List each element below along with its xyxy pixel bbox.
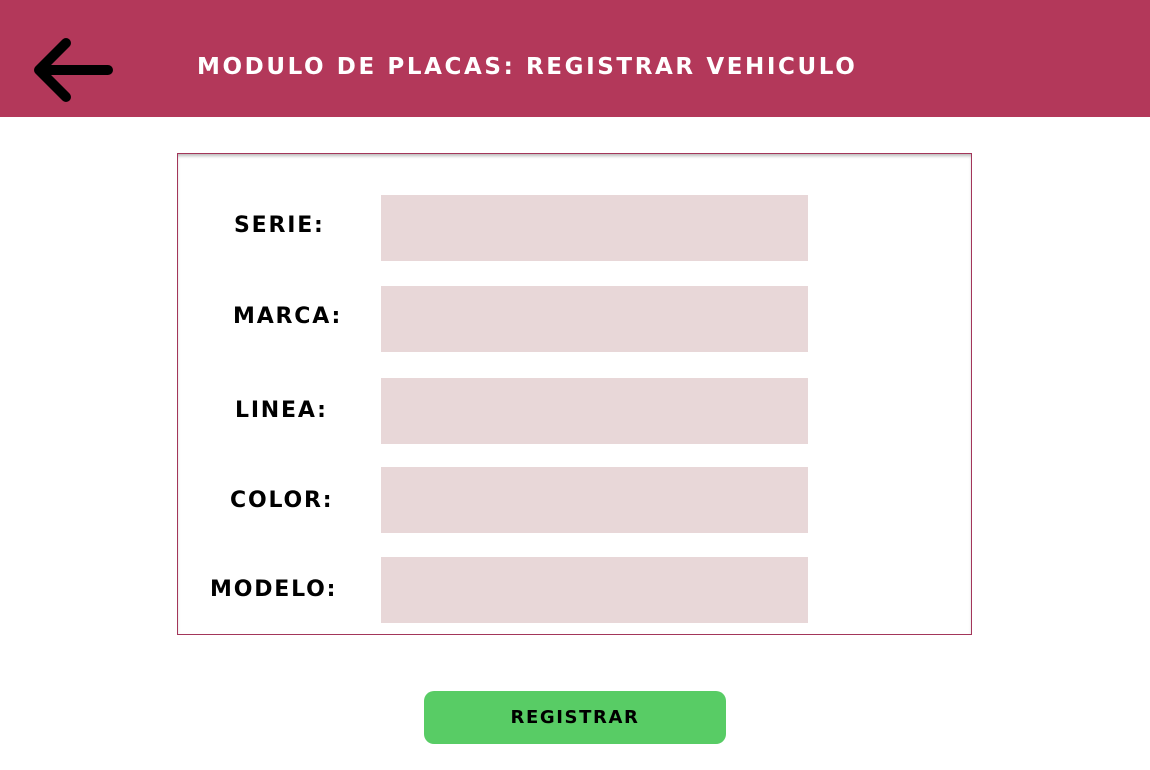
- serie-label: SERIE:: [234, 213, 325, 238]
- vehicle-form: SERIE: MARCA: LINEA: COLOR: MODELO:: [177, 153, 972, 635]
- marca-label: MARCA:: [233, 304, 343, 329]
- register-button[interactable]: REGISTRAR: [424, 691, 726, 744]
- modelo-input[interactable]: [381, 557, 808, 623]
- serie-input[interactable]: [381, 195, 808, 261]
- marca-input[interactable]: [381, 286, 808, 352]
- page-title: MODULO DE PLACAS: REGISTRAR VEHICULO: [197, 54, 858, 80]
- back-button[interactable]: [30, 34, 116, 106]
- linea-label: LINEA:: [235, 398, 328, 423]
- app-header: MODULO DE PLACAS: REGISTRAR VEHICULO: [0, 0, 1150, 117]
- modelo-label: MODELO:: [210, 577, 338, 602]
- color-input[interactable]: [381, 467, 808, 533]
- arrow-left-icon: [34, 38, 113, 102]
- color-label: COLOR:: [230, 488, 334, 513]
- linea-input[interactable]: [381, 378, 808, 444]
